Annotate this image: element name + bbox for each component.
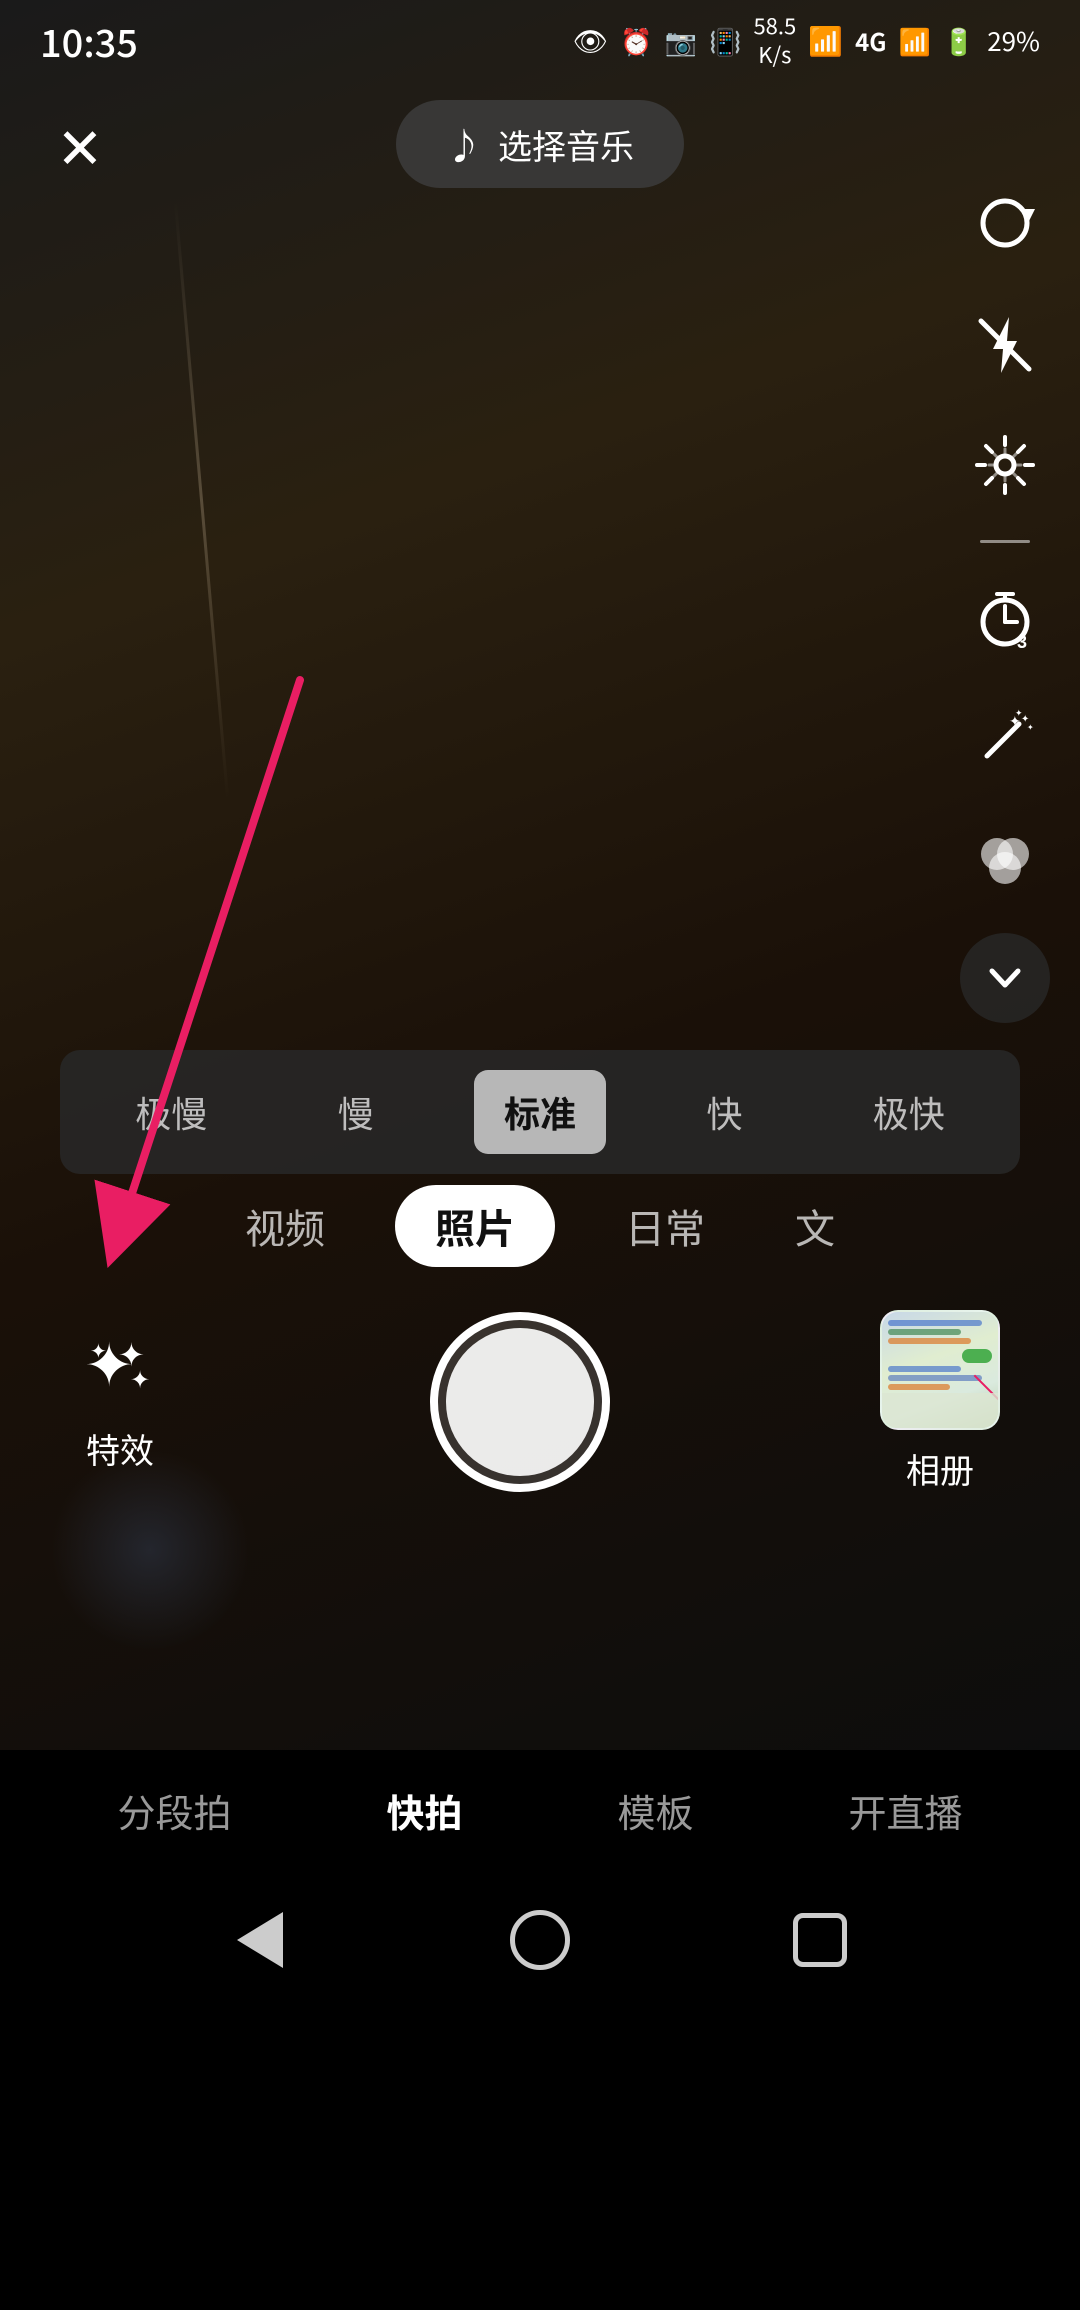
svg-text:3: 3	[1017, 632, 1027, 650]
music-select-button[interactable]: ♪ 选择音乐	[396, 100, 684, 188]
top-controls: ✕ ♪ 选择音乐	[0, 80, 1080, 208]
magic-wand-icon: ✦ ✦ ✦ ✦	[973, 706, 1037, 770]
close-icon: ✕	[57, 104, 104, 185]
back-icon	[237, 1912, 283, 1968]
album-button[interactable]: 相册	[880, 1310, 1000, 1493]
album-label: 相册	[906, 1444, 974, 1493]
svg-text:✦: ✦	[1027, 722, 1034, 733]
status-bar: 10:35 👁 ⏰ 📷 📳 58.5K/s 📶 4G 📶 🔋 29%	[0, 0, 1080, 80]
flash-button[interactable]	[960, 300, 1050, 390]
svg-text:✦: ✦	[90, 1335, 107, 1364]
color-button[interactable]	[960, 813, 1050, 903]
gear-icon	[973, 433, 1037, 497]
recents-button[interactable]	[785, 1905, 855, 1975]
alarm-icon: ⏰	[620, 22, 652, 59]
music-label: 选择音乐	[498, 120, 634, 169]
shutter-inner	[446, 1328, 594, 1476]
nav-item-segment[interactable]: 分段拍	[87, 1773, 261, 1848]
nav-item-live[interactable]: 开直播	[818, 1773, 992, 1848]
svg-text:✦: ✦	[1015, 706, 1023, 719]
home-icon	[510, 1910, 570, 1970]
battery-percent: 29%	[987, 22, 1040, 59]
mode-text[interactable]: 文	[775, 1185, 855, 1267]
svg-text:✦: ✦	[130, 1360, 150, 1395]
bottom-navigation: 分段拍 快拍 模板 开直播	[0, 1750, 1080, 1870]
shutter-button[interactable]	[430, 1312, 610, 1492]
close-button[interactable]: ✕	[40, 104, 120, 184]
mode-photo[interactable]: 照片	[395, 1185, 555, 1267]
expand-button[interactable]	[960, 933, 1050, 1023]
speed-item-very-fast[interactable]: 极快	[843, 1070, 975, 1154]
album-preview	[880, 1310, 1000, 1430]
nav-item-quick[interactable]: 快拍	[356, 1773, 492, 1848]
network-type: 4G	[855, 23, 886, 58]
speed-item-fast[interactable]: 快	[676, 1070, 772, 1154]
right-toolbar: 3 ✦ ✦ ✦ ✦	[960, 180, 1050, 1023]
chevron-down-icon	[980, 953, 1030, 1003]
speed-selector: 极慢 慢 标准 快 极快	[60, 1050, 1020, 1174]
magic-wand-button[interactable]: ✦ ✦ ✦ ✦	[960, 693, 1050, 783]
sparkle-icon: ✦ ✦ ✦ ✦	[80, 1330, 160, 1410]
rotate-icon	[973, 193, 1037, 257]
signal-icon: 📶	[898, 22, 930, 59]
toolbar-divider	[980, 540, 1030, 543]
nav-item-template[interactable]: 模板	[587, 1773, 723, 1848]
speed-item-slow[interactable]: 慢	[308, 1070, 404, 1154]
speed-item-very-slow[interactable]: 极慢	[105, 1070, 237, 1154]
timer-button[interactable]: 3	[960, 573, 1050, 663]
rotate-button[interactable]	[960, 180, 1050, 270]
effects-button[interactable]: ✦ ✦ ✦ ✦ 特效	[80, 1330, 160, 1473]
camera-status-icon: 📷	[665, 22, 697, 59]
no-flash-icon	[973, 313, 1037, 377]
vibrate-icon: 📳	[709, 22, 741, 59]
eye-icon: 👁	[573, 20, 609, 60]
wifi-icon: 📶	[808, 20, 843, 60]
network-speed: 58.5K/s	[753, 11, 796, 68]
music-note-icon: ♪	[446, 118, 482, 170]
timer-icon: 3	[973, 586, 1037, 650]
system-nav-bar	[0, 1870, 1080, 2010]
battery-icon: 🔋	[943, 22, 975, 59]
status-time: 10:35	[40, 13, 138, 68]
bottom-controls: ✦ ✦ ✦ ✦ 特效	[0, 1280, 1080, 1523]
recents-icon	[793, 1913, 847, 1967]
status-icons: 👁 ⏰ 📷 📳 58.5K/s 📶 4G 📶 🔋 29%	[573, 11, 1040, 68]
color-circles-icon	[973, 826, 1037, 890]
mode-daily[interactable]: 日常	[605, 1185, 725, 1267]
mode-video[interactable]: 视频	[225, 1185, 345, 1267]
effects-label: 特效	[86, 1424, 154, 1473]
settings-button[interactable]	[960, 420, 1050, 510]
speed-item-normal[interactable]: 标准	[474, 1070, 606, 1154]
home-button[interactable]	[505, 1905, 575, 1975]
back-button[interactable]	[225, 1905, 295, 1975]
mode-selector: 视频 照片 日常 文	[0, 1165, 1080, 1287]
